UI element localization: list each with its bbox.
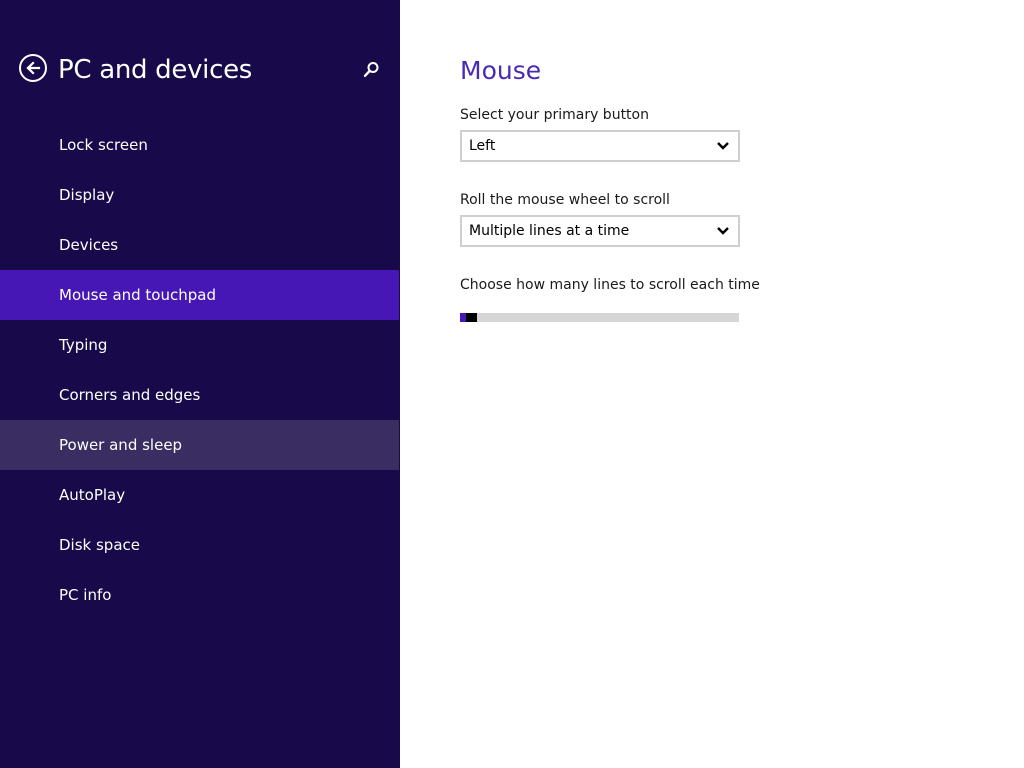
sidebar-item-label: PC info	[59, 586, 112, 604]
settings-window: PC and devices Lock screen Display Devic…	[0, 0, 1024, 768]
primary-button-label: Select your primary button	[460, 107, 649, 123]
sidebar-item-label: AutoPlay	[59, 486, 126, 504]
wheel-scroll-label: Roll the mouse wheel to scroll	[460, 192, 670, 208]
sidebar-item-devices[interactable]: Devices	[0, 220, 399, 270]
search-icon	[363, 62, 379, 78]
sidebar-item-label: Lock screen	[59, 136, 148, 154]
sidebar-item-typing[interactable]: Typing	[0, 320, 399, 370]
back-button[interactable]	[19, 54, 47, 82]
primary-button-value: Left	[469, 138, 496, 154]
sidebar-item-autoplay[interactable]: AutoPlay	[0, 470, 399, 520]
sidebar-item-label: Display	[59, 186, 115, 204]
sidebar-item-label: Disk space	[59, 536, 140, 554]
sidebar-item-label: Power and sleep	[59, 436, 183, 454]
sidebar-item-mouse-and-touchpad[interactable]: Mouse and touchpad	[0, 270, 399, 320]
sidebar-item-display[interactable]: Display	[0, 170, 399, 220]
chevron-down-icon	[717, 227, 729, 235]
lines-to-scroll-label: Choose how many lines to scroll each tim…	[460, 277, 760, 293]
chevron-down-icon	[717, 142, 729, 150]
primary-button-select[interactable]: Left	[460, 130, 740, 162]
sidebar-item-label: Devices	[59, 236, 119, 254]
sidebar-item-pc-info[interactable]: PC info	[0, 570, 399, 620]
wheel-scroll-value: Multiple lines at a time	[469, 223, 630, 239]
slider-thumb[interactable]	[466, 313, 477, 322]
wheel-scroll-select[interactable]: Multiple lines at a time	[460, 215, 740, 247]
sidebar-item-power-and-sleep[interactable]: Power and sleep	[0, 420, 399, 470]
main-content: Mouse Select your primary button Left Ro…	[400, 0, 1024, 768]
sidebar-nav: Lock screen Display Devices Mouse and to…	[0, 120, 399, 620]
sidebar-item-label: Mouse and touchpad	[59, 286, 216, 304]
search-button[interactable]	[361, 60, 381, 80]
sidebar: PC and devices Lock screen Display Devic…	[0, 0, 400, 768]
sidebar-item-label: Typing	[59, 336, 108, 354]
lines-to-scroll-slider[interactable]	[460, 313, 739, 322]
sidebar-item-disk-space[interactable]: Disk space	[0, 520, 399, 570]
page-title: Mouse	[460, 56, 542, 85]
sidebar-item-corners-and-edges[interactable]: Corners and edges	[0, 370, 399, 420]
sidebar-item-lock-screen[interactable]: Lock screen	[0, 120, 399, 170]
back-arrow-icon	[26, 61, 41, 75]
sidebar-title: PC and devices	[58, 55, 253, 85]
sidebar-item-label: Corners and edges	[59, 386, 201, 404]
